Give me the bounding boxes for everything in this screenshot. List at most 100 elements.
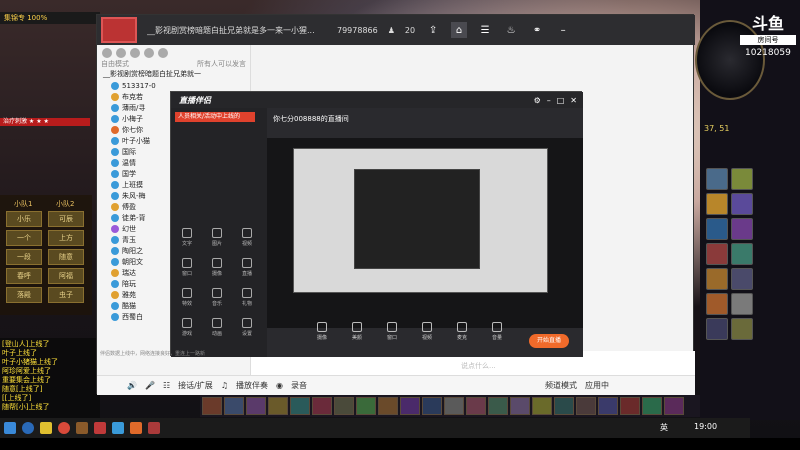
record-button[interactable]: 录音 — [291, 380, 307, 391]
group-title[interactable]: __影视剧赏榜暗题白扯兄弟就一 — [97, 69, 250, 80]
app-icon[interactable] — [112, 422, 124, 434]
party-slot[interactable]: 可辰 — [48, 211, 84, 227]
edge-icon[interactable] — [22, 422, 34, 434]
share-icon[interactable]: ⇪ — [425, 22, 441, 38]
hotbar-slot[interactable] — [532, 397, 552, 415]
hotbar-slot[interactable] — [224, 397, 244, 415]
channel-mode-button[interactable]: 频道模式 — [545, 380, 577, 391]
party-slot[interactable]: 阿福 — [48, 268, 84, 284]
gamepad-icon[interactable]: ♨ — [503, 22, 519, 38]
hotbar-slot[interactable] — [444, 397, 464, 415]
close-icon[interactable]: ✕ — [570, 96, 577, 105]
mic-icon[interactable]: 🎤 — [145, 381, 155, 390]
skill-icon[interactable] — [706, 293, 728, 315]
game-button[interactable]: 游戏 — [175, 318, 199, 337]
skill-icon[interactable] — [706, 193, 728, 215]
input-method-indicator[interactable]: 英 — [660, 422, 668, 433]
skill-icon[interactable] — [731, 268, 753, 290]
mode-label[interactable]: 自由模式 — [101, 59, 129, 69]
list-icon[interactable]: ☰ — [477, 22, 493, 38]
voice-mode-button[interactable]: 接话/扩展 — [178, 380, 213, 391]
party-slot[interactable]: 随意 — [48, 249, 84, 265]
hotbar-slot[interactable] — [378, 397, 398, 415]
minimize-icon[interactable]: – — [547, 96, 551, 105]
settings-icon[interactable] — [102, 48, 112, 58]
start-live-button[interactable]: 开始直播 — [529, 334, 569, 348]
hotbar-slot[interactable] — [554, 397, 574, 415]
video-source-button[interactable]: 视频 — [235, 228, 259, 247]
game-app-icon[interactable] — [76, 422, 88, 434]
app-center-button[interactable]: 应用中 — [585, 380, 609, 391]
grid-icon[interactable] — [144, 48, 154, 58]
hotbar-slot[interactable] — [466, 397, 486, 415]
party-slot[interactable]: 小乐 — [6, 211, 42, 227]
app-icon[interactable] — [94, 422, 106, 434]
skill-icon[interactable] — [706, 318, 728, 340]
play-accompaniment-button[interactable]: 播放伴奏 — [236, 380, 268, 391]
home-icon[interactable]: ⌂ — [451, 22, 468, 38]
skill-icon[interactable] — [706, 268, 728, 290]
music-icon[interactable]: ♫ — [221, 381, 228, 390]
skill-icon[interactable] — [731, 243, 753, 265]
window-tool[interactable]: 窗口 — [377, 322, 407, 341]
app-icon[interactable] — [148, 422, 160, 434]
hotbar-slot[interactable] — [290, 397, 310, 415]
search-icon[interactable] — [158, 48, 168, 58]
channel-avatar[interactable] — [101, 17, 137, 43]
hotbar-slot[interactable] — [598, 397, 618, 415]
skill-icon[interactable] — [706, 168, 728, 190]
camera-source-button[interactable]: 摄像 — [205, 258, 229, 277]
party-slot[interactable]: 落殿 — [6, 287, 42, 303]
minimize-icon[interactable]: – — [555, 22, 571, 38]
folder-icon[interactable] — [40, 422, 52, 434]
hotbar-slot[interactable] — [488, 397, 508, 415]
location-icon[interactable] — [130, 48, 140, 58]
skill-icon[interactable] — [731, 193, 753, 215]
video-tool[interactable]: 视频 — [412, 322, 442, 341]
chrome-icon[interactable] — [58, 422, 70, 434]
hotbar-slot[interactable] — [510, 397, 530, 415]
skill-icon[interactable] — [731, 218, 753, 240]
party-slot[interactable]: 一个 — [6, 230, 42, 246]
skill-icon[interactable] — [731, 293, 753, 315]
hotbar-slot[interactable] — [620, 397, 640, 415]
hotbar-slot[interactable] — [312, 397, 332, 415]
hotbar-slot[interactable] — [664, 397, 684, 415]
link-icon[interactable]: ⚭ — [529, 22, 545, 38]
camera-tool[interactable]: 摄像 — [307, 322, 337, 341]
window-source-button[interactable]: 窗口 — [175, 258, 199, 277]
effects-button[interactable]: 特效 — [175, 288, 199, 307]
hotbar-slot[interactable] — [202, 397, 222, 415]
party-slot[interactable]: 春呼 — [6, 268, 42, 284]
gift-button[interactable]: 礼物 — [235, 288, 259, 307]
animation-button[interactable]: 动画 — [205, 318, 229, 337]
hotbar-slot[interactable] — [400, 397, 420, 415]
record-icon[interactable]: ◉ — [276, 381, 283, 390]
image-source-button[interactable]: 图片 — [205, 228, 229, 247]
scene-tab[interactable]: 人员相关/活动中上线的 — [175, 112, 255, 122]
list-item[interactable]: 513317-0 — [97, 80, 250, 91]
settings-button[interactable]: 设置 — [235, 318, 259, 337]
beauty-tool[interactable]: 美颜 — [342, 322, 372, 341]
volume-tool[interactable]: 音量 — [482, 322, 512, 341]
text-source-button[interactable]: 文字 — [175, 228, 199, 247]
skill-icon[interactable] — [706, 218, 728, 240]
mixer-icon[interactable]: ☷ — [163, 381, 170, 390]
hotbar-slot[interactable] — [334, 397, 354, 415]
hotbar-slot[interactable] — [642, 397, 662, 415]
hotbar-slot[interactable] — [576, 397, 596, 415]
hotbar-slot[interactable] — [356, 397, 376, 415]
taskbar-clock[interactable]: 19:00 — [694, 422, 717, 431]
maximize-icon[interactable]: □ — [557, 96, 565, 105]
mic-tool[interactable]: 麦克 — [447, 322, 477, 341]
start-icon[interactable] — [4, 422, 16, 434]
party-slot[interactable]: 上方 — [48, 230, 84, 246]
stream-preview[interactable] — [267, 138, 583, 328]
party-slot[interactable]: 虫子 — [48, 287, 84, 303]
speaker-icon[interactable]: 🔊 — [127, 381, 137, 390]
share-icon[interactable] — [116, 48, 126, 58]
music-button[interactable]: 音乐 — [205, 288, 229, 307]
hotbar-slot[interactable] — [422, 397, 442, 415]
party-slot[interactable]: 一段 — [6, 249, 42, 265]
settings-icon[interactable]: ⚙ — [534, 96, 541, 105]
